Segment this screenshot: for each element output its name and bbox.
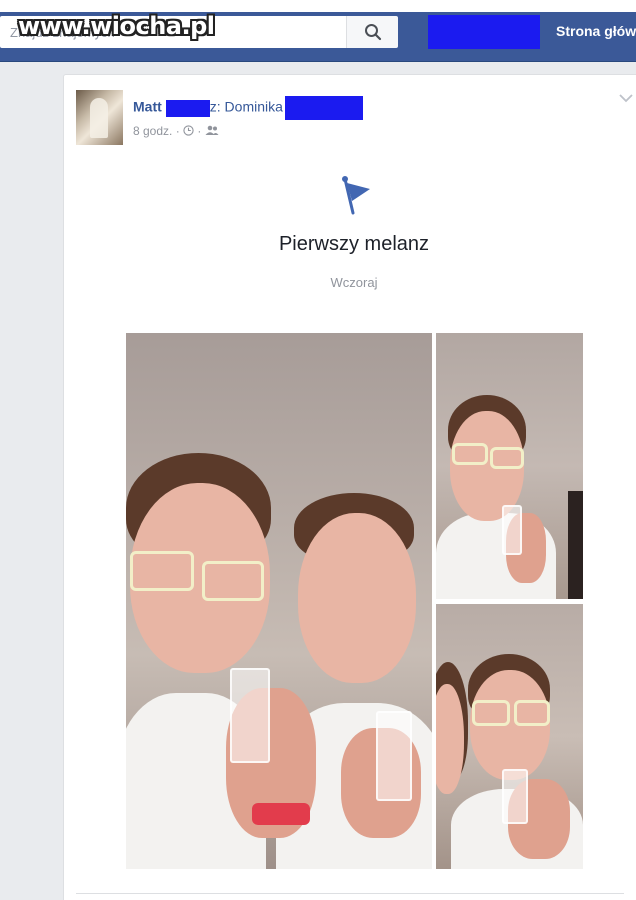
top-strip	[0, 0, 636, 12]
friends-icon[interactable]	[205, 125, 219, 136]
post-header: Matt z: Dominika	[133, 96, 363, 120]
life-event-date: Wczoraj	[330, 275, 378, 290]
photo-bottom-right[interactable]	[436, 604, 583, 869]
redacted-tagged-surname	[284, 96, 363, 120]
author-name[interactable]: Matt	[133, 99, 162, 115]
redacted-surname	[165, 99, 210, 117]
redacted-profile-name	[428, 15, 540, 49]
photo-main[interactable]	[126, 333, 432, 869]
post-divider	[76, 893, 624, 894]
home-link[interactable]: Strona główna	[556, 23, 636, 39]
post-meta: 8 godz. · ·	[133, 123, 219, 138]
search-icon	[365, 24, 382, 41]
photo-top-right[interactable]	[436, 333, 583, 599]
site-watermark: www.wiocha.pl	[18, 12, 215, 40]
life-event-title: Pierwszy melanz	[278, 233, 430, 255]
life-event-flag-icon	[342, 176, 370, 215]
search-button[interactable]	[346, 16, 398, 48]
post-timestamp[interactable]: 8 godz.	[133, 124, 172, 138]
author-avatar[interactable]	[76, 90, 123, 145]
tagged-with-label[interactable]: z: Dominika	[210, 99, 283, 115]
clock-icon	[183, 125, 194, 136]
post-card: Matt z: Dominika 8 godz. · · Pierwszy mel…	[63, 74, 636, 900]
chevron-down-icon[interactable]	[619, 93, 633, 103]
